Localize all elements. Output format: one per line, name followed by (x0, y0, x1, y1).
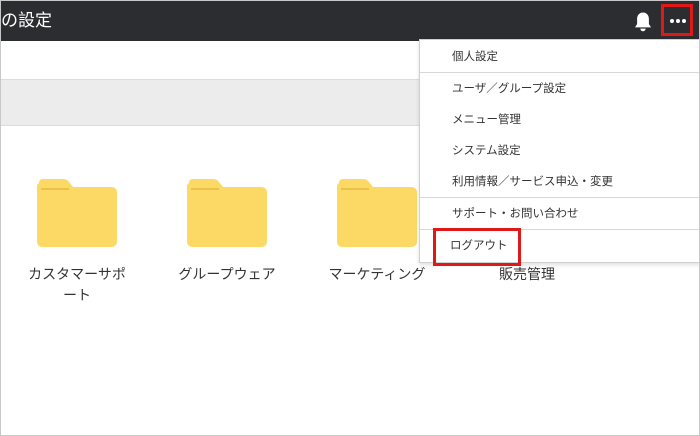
folder-icon (187, 179, 267, 247)
folder-label: カスタマーサポ ート (28, 267, 126, 304)
menu-item-system-settings[interactable]: システム設定 (420, 135, 699, 166)
more-menu-button[interactable] (661, 4, 693, 36)
folder-label: グループウェア (178, 267, 276, 283)
logout-highlight-box (433, 228, 521, 266)
ellipsis-icon (670, 19, 674, 23)
folder-item[interactable] (322, 177, 432, 249)
top-header: の設定 (1, 1, 699, 41)
folder-label[interactable]: 販売管理 (462, 265, 592, 286)
menu-item-support[interactable]: サポート・お問い合わせ (420, 198, 699, 229)
folder-label: マーケティング (328, 267, 426, 283)
folder-item[interactable] (172, 177, 282, 249)
bell-icon[interactable] (633, 11, 653, 33)
menu-item-usage-info[interactable]: 利用情報／サービス申込・変更 (420, 166, 699, 197)
menu-item-user-group-settings[interactable]: ユーザ／グループ設定 (420, 73, 699, 104)
folder-icon (37, 179, 117, 247)
menu-item-menu-management[interactable]: メニュー管理 (420, 104, 699, 135)
page-title: の設定 (1, 11, 52, 31)
app-window: の設定 カスタマーサポ ート グループウェア マーケティング 販売管理 個人設定… (0, 0, 700, 436)
folder-icon (337, 179, 417, 247)
menu-item-personal-settings[interactable]: 個人設定 (420, 41, 699, 72)
folder-item[interactable] (22, 177, 132, 249)
